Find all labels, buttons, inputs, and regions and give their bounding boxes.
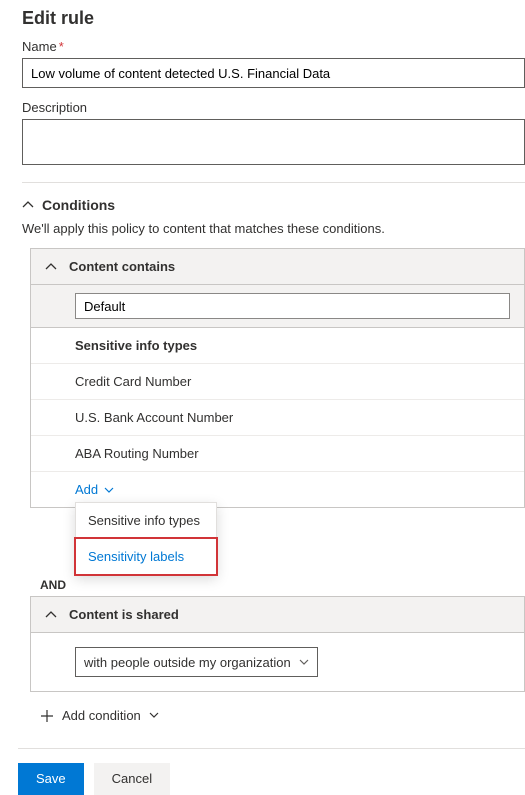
conditions-title: Conditions <box>42 197 115 213</box>
and-operator-label: AND <box>40 578 525 592</box>
add-condition-label: Add condition <box>62 708 141 723</box>
add-button[interactable]: Add <box>75 482 114 497</box>
name-label: Name* <box>22 39 525 54</box>
shared-scope-value: with people outside my organization <box>84 655 291 670</box>
list-item[interactable]: ABA Routing Number <box>31 436 524 472</box>
dropdown-item-sensitive-info-types[interactable]: Sensitive info types <box>76 503 216 539</box>
add-dropdown-menu: Sensitive info types Sensitivity labels <box>75 502 217 575</box>
shared-scope-select[interactable]: with people outside my organization <box>75 647 318 677</box>
divider <box>22 182 525 183</box>
plus-icon <box>40 709 54 723</box>
chevron-up-icon <box>45 609 57 621</box>
name-input[interactable] <box>22 58 525 88</box>
required-asterisk: * <box>59 39 64 54</box>
chevron-up-icon <box>45 261 57 273</box>
chevron-down-icon <box>149 708 159 723</box>
footer: Save Cancel <box>18 748 525 795</box>
content-contains-block: Content contains Sensitive info types Cr… <box>30 248 525 508</box>
list-item[interactable]: Credit Card Number <box>31 364 524 400</box>
content-contains-label: Content contains <box>69 259 175 274</box>
default-row <box>31 285 524 328</box>
chevron-up-icon <box>22 199 34 211</box>
page-title: Edit rule <box>22 8 525 29</box>
save-button[interactable]: Save <box>18 763 84 795</box>
list-item[interactable]: U.S. Bank Account Number <box>31 400 524 436</box>
name-label-text: Name <box>22 39 57 54</box>
content-shared-label: Content is shared <box>69 607 179 622</box>
content-shared-header[interactable]: Content is shared <box>31 597 524 633</box>
content-contains-header[interactable]: Content contains <box>31 249 524 285</box>
conditions-section-header[interactable]: Conditions <box>22 197 525 213</box>
chevron-down-icon <box>104 485 114 495</box>
add-label: Add <box>75 482 98 497</box>
conditions-description: We'll apply this policy to content that … <box>22 221 525 236</box>
description-field-group: Description <box>22 100 525 168</box>
default-input[interactable] <box>75 293 510 319</box>
description-label: Description <box>22 100 525 115</box>
content-shared-block: Content is shared with people outside my… <box>30 596 525 692</box>
add-row: Add Sensitive info types Sensitivity lab… <box>31 472 524 507</box>
chevron-down-icon <box>299 655 309 670</box>
sensitive-info-header: Sensitive info types <box>31 328 524 364</box>
cancel-button[interactable]: Cancel <box>94 763 170 795</box>
add-condition-button[interactable]: Add condition <box>40 708 159 723</box>
description-input[interactable] <box>22 119 525 165</box>
dropdown-item-sensitivity-labels[interactable]: Sensitivity labels <box>74 537 218 576</box>
name-field-group: Name* <box>22 39 525 88</box>
content-shared-body: with people outside my organization <box>31 633 524 691</box>
